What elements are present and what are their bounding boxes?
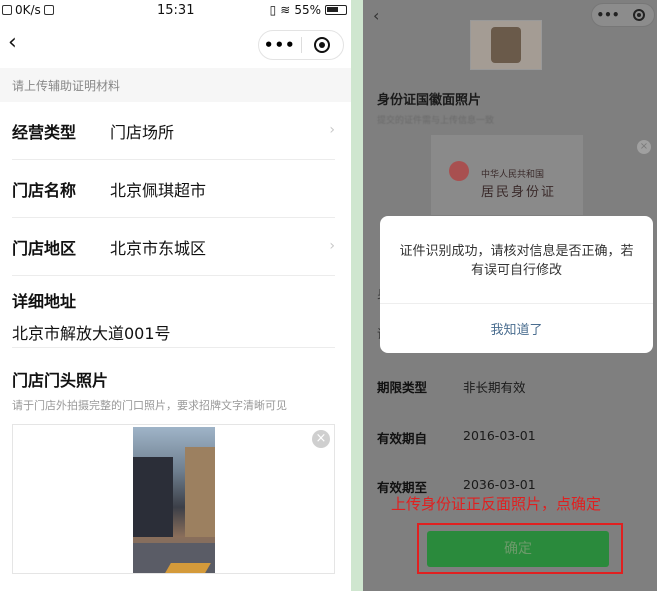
national-emblem-icon xyxy=(449,161,469,181)
id-emblem-photo-title: 身份证国徽面照片 xyxy=(377,93,482,108)
storefront-photo xyxy=(133,427,215,573)
store-name-row[interactable]: 门店名称 北京佩琪超市 xyxy=(12,160,335,218)
id-portrait-photo xyxy=(470,20,542,70)
status-bar: 0K/s 15:31 ▯ ≋ 55% xyxy=(0,0,351,22)
business-type-value: 门店场所 xyxy=(110,122,175,142)
store-region-label: 门店地区 xyxy=(12,238,77,258)
address-label: 详细地址 xyxy=(12,292,77,311)
more-icon[interactable]: ••• xyxy=(259,36,301,54)
dialog-divider xyxy=(380,303,653,304)
id-emblem-photo[interactable]: 中华人民共和国 居民身份证 xyxy=(431,135,583,215)
id-card-country: 中华人民共和国 xyxy=(481,170,545,180)
notification-icon xyxy=(43,5,54,15)
storefront-photo-title: 门店门头照片 xyxy=(12,371,109,390)
target-icon xyxy=(633,9,645,21)
network-icon xyxy=(2,5,12,15)
battery-percent: 55% xyxy=(294,3,321,17)
store-region-row[interactable]: 门店地区 北京市东城区 › xyxy=(12,218,335,276)
business-type-row[interactable]: 经营类型 门店场所 › xyxy=(12,102,335,160)
id-card-name: 居民身份证 xyxy=(481,185,557,200)
panel-divider xyxy=(351,0,363,591)
status-left: 0K/s xyxy=(2,3,54,17)
clock: 15:31 xyxy=(157,3,195,18)
valid-from-value[interactable]: 2016-03-01 xyxy=(463,428,536,443)
validity-type-value[interactable]: 非长期有效 xyxy=(463,377,526,396)
dialog-ok-button[interactable]: 我知道了 xyxy=(380,319,653,338)
store-name-value[interactable]: 北京佩琪超市 xyxy=(110,177,206,201)
close-program-button[interactable] xyxy=(301,37,343,53)
recognition-success-dialog: 证件识别成功，请核对信息是否正确，若有误可自行修改 我知道了 xyxy=(380,216,653,353)
instruction-annotation: 上传身份证正反面照片，点确定 xyxy=(391,495,602,513)
close-program-button[interactable] xyxy=(624,9,654,21)
id-emblem-photo-hint: 提交的证件需与上传信息一致 xyxy=(377,116,495,126)
back-icon[interactable]: ‹ xyxy=(373,6,379,25)
storefront-photo-uploader[interactable]: × xyxy=(12,424,335,574)
status-right: ▯ ≋ 55% xyxy=(270,3,347,17)
annotation-highlight-box: 确定 xyxy=(417,523,623,574)
remove-photo-icon[interactable]: × xyxy=(312,430,330,448)
store-region-value: 北京市东城区 xyxy=(110,238,207,258)
chevron-right-icon: › xyxy=(329,122,335,138)
business-type-label: 经营类型 xyxy=(12,122,77,142)
chevron-right-icon: › xyxy=(329,238,335,254)
back-icon[interactable]: ‹ xyxy=(8,32,17,54)
target-icon xyxy=(314,37,331,53)
address-block[interactable]: 详细地址 北京市解放大道001号 xyxy=(12,282,335,348)
mini-program-capsule: ••• xyxy=(591,3,655,27)
store-info-form-panel: 0K/s 15:31 ▯ ≋ 55% ‹ ••• 请上传辅助证明材料 经营类型 … xyxy=(0,0,351,591)
upload-hint: 请上传辅助证明材料 xyxy=(0,68,351,102)
remove-photo-icon[interactable]: × xyxy=(637,140,651,154)
wifi-icon: ≋ xyxy=(280,3,291,17)
vibrate-icon: ▯ xyxy=(269,3,277,17)
id-verification-panel: ‹ ••• 身份证国徽面照片 提交的证件需与上传信息一致 中华人民共和国 居民身… xyxy=(363,0,657,591)
more-icon[interactable]: ••• xyxy=(592,8,624,22)
valid-to-value[interactable]: 2036-03-01 xyxy=(463,477,536,492)
store-name-label: 门店名称 xyxy=(12,180,77,200)
address-value[interactable]: 北京市解放大道001号 xyxy=(12,320,335,344)
validity-type-label: 期限类型 xyxy=(377,380,428,395)
storefront-photo-hint: 请于门店外拍摄完整的门口照片，要求招牌文字清晰可见 xyxy=(12,399,287,412)
screenshot-root: 0K/s 15:31 ▯ ≋ 55% ‹ ••• 请上传辅助证明材料 经营类型 … xyxy=(0,0,657,591)
confirm-button[interactable]: 确定 xyxy=(427,531,609,567)
valid-from-label: 有效期自 xyxy=(377,431,428,446)
mini-program-capsule: ••• xyxy=(258,30,344,60)
network-speed: 0K/s xyxy=(15,3,41,17)
nav-bar: ‹ ••• xyxy=(0,22,351,68)
dialog-message: 证件识别成功，请核对信息是否正确，若有误可自行修改 xyxy=(399,244,634,278)
battery-icon xyxy=(325,5,347,15)
